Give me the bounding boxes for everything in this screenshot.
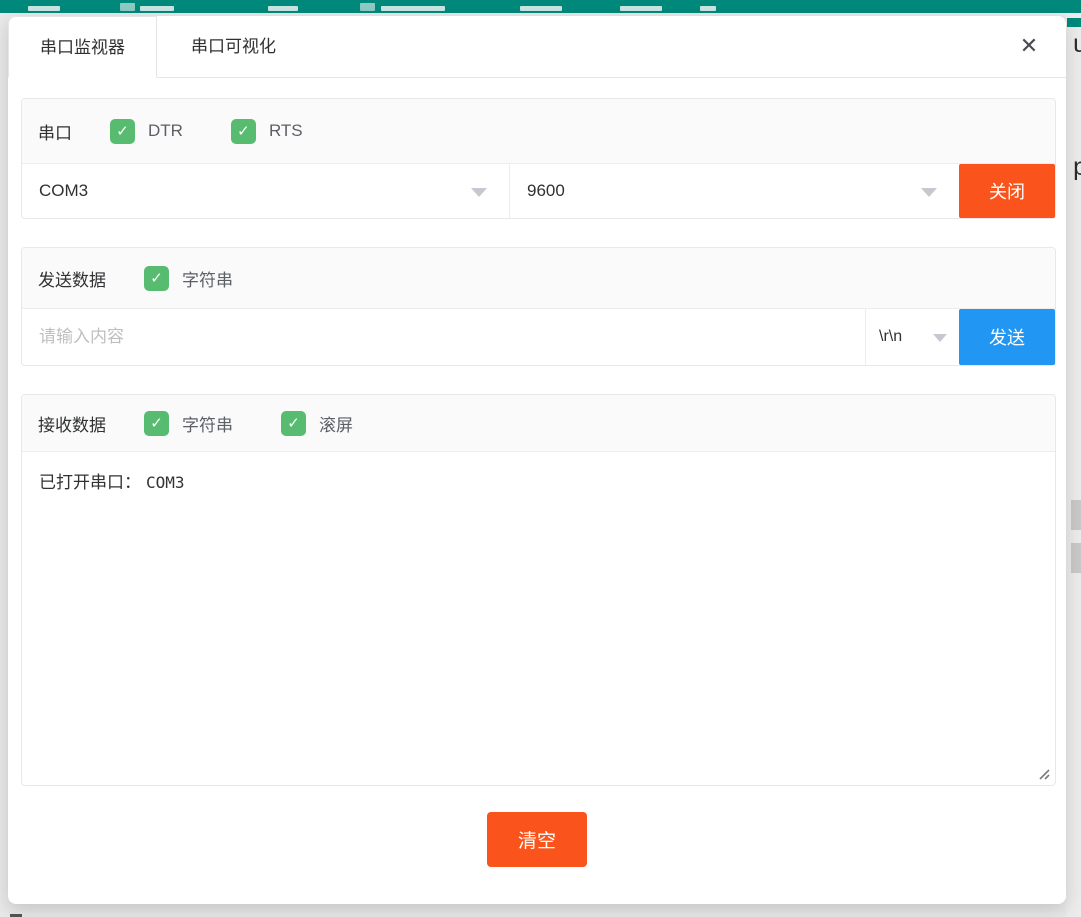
background-teal-fragment bbox=[1067, 18, 1081, 27]
serial-port-section-header: 串口 ✓ DTR ✓ RTS bbox=[22, 99, 1055, 163]
menubar-fragment bbox=[620, 6, 662, 11]
tab-serial-monitor[interactable]: 串口监视器 bbox=[8, 16, 157, 78]
close-button[interactable]: ✕ bbox=[1014, 31, 1044, 61]
receive-string-checkbox-group: ✓ 字符串 bbox=[144, 411, 233, 436]
receive-data-section-header: 接收数据 ✓ 字符串 ✓ 滚屏 bbox=[22, 395, 1055, 451]
port-select-value: COM3 bbox=[39, 181, 88, 201]
serial-port-section: 串口 ✓ DTR ✓ RTS COM3 9600 bbox=[21, 98, 1056, 219]
serial-port-controls-row: COM3 9600 关闭 bbox=[22, 163, 1055, 218]
check-icon: ✓ bbox=[237, 124, 250, 139]
serial-monitor-dialog: 串口监视器 串口可视化 ✕ 串口 ✓ DTR ✓ RTS COM3 bbox=[8, 16, 1066, 904]
menubar-fragment-icon bbox=[120, 3, 135, 11]
receive-string-checkbox-label: 字符串 bbox=[182, 411, 233, 436]
background-scrollbar-fragment bbox=[1071, 500, 1081, 530]
caret-down-icon bbox=[921, 188, 937, 197]
line-ending-select[interactable]: \r\n bbox=[865, 309, 959, 365]
send-string-checkbox[interactable]: ✓ bbox=[144, 266, 169, 291]
caret-down-icon bbox=[933, 334, 947, 342]
dtr-checkbox-group: ✓ DTR bbox=[110, 119, 183, 144]
caret-down-icon bbox=[471, 188, 487, 197]
send-string-checkbox-label: 字符串 bbox=[182, 266, 233, 291]
send-data-label: 发送数据 bbox=[38, 266, 106, 291]
rts-checkbox[interactable]: ✓ bbox=[231, 119, 256, 144]
send-data-controls-row: \r\n 发送 bbox=[22, 308, 1055, 365]
receive-output-value: COM3 bbox=[146, 473, 185, 492]
receive-output-line: 已打开串口： COM3 bbox=[39, 468, 1038, 493]
clear-button-row: 清空 bbox=[8, 812, 1066, 867]
dtr-checkbox[interactable]: ✓ bbox=[110, 119, 135, 144]
port-select[interactable]: COM3 bbox=[22, 164, 509, 218]
send-string-checkbox-group: ✓ 字符串 bbox=[144, 266, 233, 291]
background-scrollbar-fragment bbox=[1071, 543, 1081, 573]
check-icon: ✓ bbox=[116, 124, 129, 139]
rts-checkbox-group: ✓ RTS bbox=[231, 119, 303, 144]
rts-checkbox-label: RTS bbox=[269, 121, 303, 141]
menubar-fragment bbox=[268, 6, 298, 11]
send-button-cell: 发送 bbox=[959, 309, 1055, 365]
send-button[interactable]: 发送 bbox=[959, 309, 1055, 365]
check-icon: ✓ bbox=[150, 416, 163, 431]
close-port-button[interactable]: 关闭 bbox=[959, 164, 1055, 218]
receive-string-checkbox[interactable]: ✓ bbox=[144, 411, 169, 436]
resize-handle-icon[interactable] bbox=[1037, 767, 1051, 781]
serial-port-label: 串口 bbox=[38, 119, 72, 144]
receive-output-prefix: 已打开串口： bbox=[39, 473, 141, 492]
autoscroll-checkbox-group: ✓ 滚屏 bbox=[281, 411, 353, 436]
background-menubar bbox=[0, 0, 1081, 13]
background-page-edge: u p bbox=[1066, 13, 1081, 917]
dialog-tabbar: 串口监视器 串口可视化 ✕ bbox=[8, 16, 1066, 78]
dtr-checkbox-label: DTR bbox=[148, 121, 183, 141]
menubar-fragment-icon bbox=[360, 3, 375, 11]
close-port-button-cell: 关闭 bbox=[959, 164, 1055, 218]
send-data-section: 发送数据 ✓ 字符串 \r\n 发送 bbox=[21, 247, 1056, 366]
line-ending-select-value: \r\n bbox=[879, 328, 902, 346]
menubar-fragment bbox=[28, 6, 60, 11]
baud-rate-select-value: 9600 bbox=[527, 181, 565, 201]
background-text-fragment: p bbox=[1073, 153, 1081, 182]
receive-output-area[interactable]: 已打开串口： COM3 bbox=[22, 451, 1055, 785]
tab-serial-plotter[interactable]: 串口可视化 bbox=[157, 16, 310, 77]
autoscroll-checkbox[interactable]: ✓ bbox=[281, 411, 306, 436]
autoscroll-checkbox-label: 滚屏 bbox=[319, 411, 353, 436]
receive-data-section: 接收数据 ✓ 字符串 ✓ 滚屏 已打开串口： COM3 bbox=[21, 394, 1056, 786]
menubar-fragment bbox=[381, 6, 445, 11]
check-icon: ✓ bbox=[287, 416, 300, 431]
send-input-cell bbox=[22, 309, 865, 365]
check-icon: ✓ bbox=[150, 271, 163, 286]
close-icon: ✕ bbox=[1020, 33, 1038, 59]
menubar-fragment bbox=[520, 6, 562, 11]
receive-data-label: 接收数据 bbox=[38, 411, 106, 436]
background-text-fragment: u bbox=[1073, 30, 1081, 59]
menubar-fragment bbox=[700, 6, 716, 11]
send-data-section-header: 发送数据 ✓ 字符串 bbox=[22, 248, 1055, 308]
baud-rate-select[interactable]: 9600 bbox=[509, 164, 959, 218]
menubar-fragment bbox=[140, 6, 174, 11]
send-input[interactable] bbox=[22, 309, 865, 365]
clear-button[interactable]: 清空 bbox=[487, 812, 587, 867]
